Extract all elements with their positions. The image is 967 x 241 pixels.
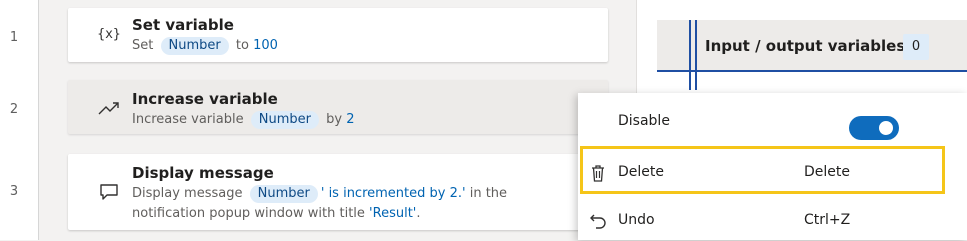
action-card-display-message[interactable]: Display message Display message Number ' … bbox=[68, 154, 608, 230]
action-title: Set variable bbox=[132, 16, 234, 34]
desc-text: in the bbox=[469, 186, 508, 201]
toggle-knob bbox=[879, 121, 893, 135]
menu-item-disable[interactable]: Disable bbox=[578, 101, 967, 141]
line-number-3: 3 bbox=[9, 184, 19, 199]
variables-count-badge: 0 bbox=[903, 34, 929, 60]
menu-item-undo[interactable]: Undo Ctrl+Z bbox=[578, 201, 967, 241]
undo-icon bbox=[588, 211, 608, 231]
action-description: Display message Number ' is incremented b… bbox=[132, 184, 507, 204]
line-number-gutter: 1 2 3 bbox=[0, 0, 39, 240]
message-icon bbox=[96, 182, 122, 202]
line-number-1: 1 bbox=[9, 30, 19, 45]
divider bbox=[689, 20, 691, 90]
trending-up-icon bbox=[96, 98, 122, 118]
menu-item-label: Undo bbox=[618, 212, 655, 228]
action-card-increase-variable[interactable]: Increase variable Increase variable Numb… bbox=[68, 80, 608, 134]
disable-toggle[interactable] bbox=[849, 116, 899, 140]
action-card-set-variable[interactable]: {x} Set variable Set Number to 100 bbox=[68, 8, 608, 62]
variable-token[interactable]: Number bbox=[250, 111, 319, 129]
desc-text: Increase variable bbox=[132, 112, 244, 127]
value-text: 2 bbox=[346, 112, 355, 127]
variable-braces-icon: {x} bbox=[97, 26, 121, 42]
desc-text: to bbox=[235, 38, 249, 53]
divider bbox=[695, 20, 697, 90]
action-title: Increase variable bbox=[132, 90, 278, 108]
line-number-2: 2 bbox=[9, 102, 19, 117]
action-title: Display message bbox=[132, 164, 274, 182]
delete-highlight-box bbox=[580, 146, 945, 194]
desc-text: Set bbox=[132, 38, 154, 53]
menu-item-label: Disable bbox=[618, 113, 670, 129]
action-description-line2: notification popup window with title 'Re… bbox=[132, 204, 421, 224]
desc-text: notification popup window with title bbox=[132, 206, 365, 221]
action-description: Set Number to 100 bbox=[132, 36, 278, 56]
menu-item-shortcut: Ctrl+Z bbox=[804, 212, 851, 228]
value-text: 100 bbox=[253, 38, 278, 53]
variable-token[interactable]: Number bbox=[160, 37, 229, 55]
desc-text: by bbox=[326, 112, 343, 127]
variables-pane-title: Input / output variables bbox=[705, 37, 906, 55]
desc-text: Display message bbox=[132, 186, 243, 201]
action-description: Increase variable Number by 2 bbox=[132, 110, 354, 130]
flow-canvas: {x} Set variable Set Number to 100 Incre… bbox=[39, 0, 635, 240]
desc-text: . bbox=[416, 206, 421, 221]
value-text: ' is incremented by 2.' bbox=[320, 186, 466, 201]
variable-token[interactable]: Number bbox=[249, 185, 318, 203]
value-text: 'Result' bbox=[369, 206, 417, 221]
variables-pane-header[interactable]: Input / output variables 0 bbox=[657, 20, 967, 90]
